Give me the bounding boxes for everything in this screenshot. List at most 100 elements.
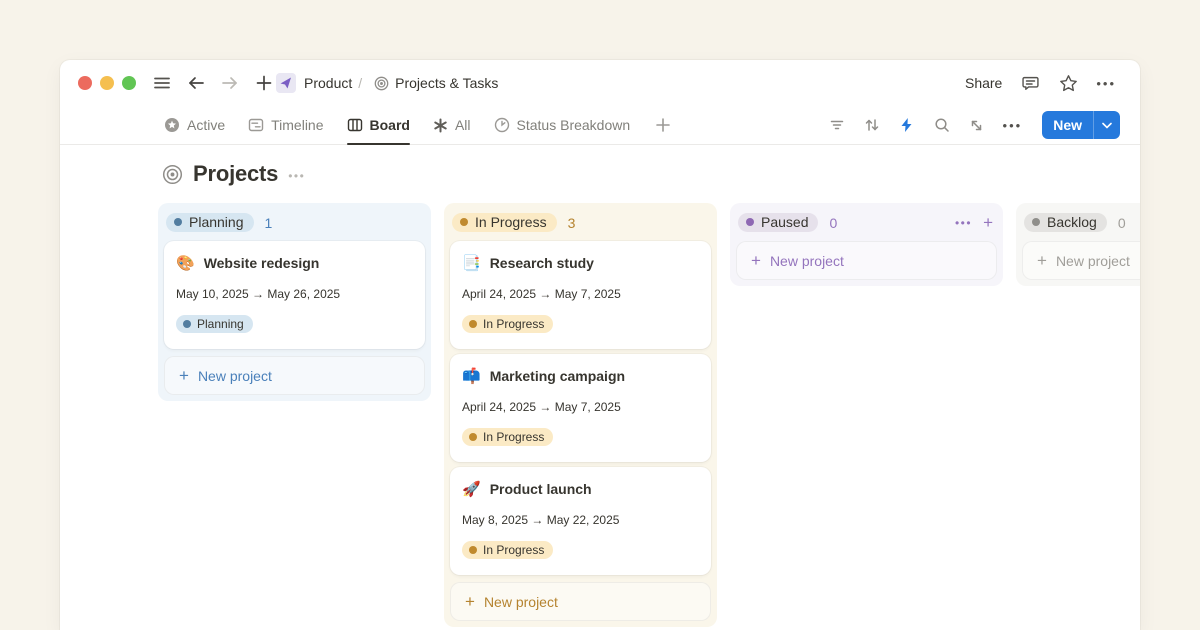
page-target-icon — [162, 164, 183, 185]
status-dot — [469, 546, 477, 554]
board-column-in-progress: In Progress 3 📑 Research study April 24,… — [444, 203, 717, 627]
column-header: Paused 0 ••• + — [738, 213, 993, 232]
automations-lightning-icon[interactable] — [898, 116, 916, 134]
page-title: Projects — [193, 161, 278, 187]
card-title: Product launch — [490, 479, 592, 500]
new-project-button[interactable]: + New project — [1022, 241, 1140, 280]
column-count: 0 — [1118, 215, 1126, 231]
plus-icon: + — [1037, 252, 1047, 269]
filter-icon[interactable] — [828, 116, 846, 134]
card-title: Website redesign — [204, 253, 320, 274]
status-pill-planning[interactable]: Planning — [166, 213, 254, 232]
window-controls — [78, 76, 136, 90]
new-button-label[interactable]: New — [1042, 111, 1093, 139]
column-header: Backlog 0 — [1024, 213, 1140, 232]
back-icon[interactable] — [186, 73, 206, 93]
bookmark-tabs-emoji-icon: 📑 — [462, 254, 481, 274]
timeline-view-icon — [248, 117, 264, 133]
board-column-backlog: Backlog 0 + New project — [1016, 203, 1140, 286]
card-status-badge: In Progress — [462, 541, 553, 559]
status-dot — [183, 320, 191, 328]
status-pill-backlog[interactable]: Backlog — [1024, 213, 1107, 232]
more-options-icon[interactable]: ••• — [1096, 77, 1116, 90]
breadcrumb-page-link[interactable]: Projects & Tasks — [374, 75, 498, 91]
rocket-emoji-icon: 🚀 — [462, 480, 481, 500]
share-button[interactable]: Share — [965, 75, 1002, 91]
sidebar-toggle-icon[interactable] — [152, 73, 172, 93]
status-dot — [469, 433, 477, 441]
comments-icon[interactable] — [1020, 73, 1040, 93]
status-pill-in-progress[interactable]: In Progress — [452, 213, 557, 232]
page-options-icon[interactable]: ••• — [288, 166, 305, 182]
column-header: Planning 1 — [166, 213, 421, 232]
card-date-range: April 24, 2025 → May 7, 2025 — [462, 399, 699, 415]
breadcrumb: Product / Projects & Tasks — [304, 75, 498, 91]
breadcrumb-separator: / — [358, 75, 362, 91]
project-card-website-redesign[interactable]: 🎨 Website redesign May 10, 2025 → May 26… — [164, 241, 425, 349]
tab-all[interactable]: All — [433, 106, 471, 144]
tab-board[interactable]: Board — [347, 106, 410, 144]
tab-active[interactable]: Active — [164, 106, 225, 144]
status-dot — [469, 320, 477, 328]
status-pill-paused[interactable]: Paused — [738, 213, 818, 232]
column-cards: 🎨 Website redesign May 10, 2025 → May 26… — [164, 241, 425, 349]
minimize-window-button[interactable] — [100, 76, 114, 90]
column-cards: 📑 Research study April 24, 2025 → May 7,… — [450, 241, 711, 575]
view-options-icon[interactable]: ••• — [1003, 119, 1023, 132]
app-window: Product / Projects & Tasks Share ••• — [60, 60, 1140, 630]
plus-icon: + — [465, 593, 475, 610]
status-dot — [1032, 218, 1040, 226]
plus-icon: + — [751, 252, 761, 269]
breadcrumb-page-title: Projects & Tasks — [395, 75, 498, 91]
card-status-badge: Planning — [176, 315, 253, 333]
target-icon — [374, 76, 389, 91]
mailbox-emoji-icon: 📫 — [462, 367, 481, 387]
expand-icon[interactable] — [968, 116, 986, 134]
board-view-icon — [347, 117, 363, 133]
column-options-icon[interactable]: ••• — [955, 217, 972, 229]
maximize-window-button[interactable] — [122, 76, 136, 90]
status-dot — [174, 218, 182, 226]
new-project-button[interactable]: + New project — [736, 241, 997, 280]
close-window-button[interactable] — [78, 76, 92, 90]
add-view-icon[interactable] — [655, 117, 671, 133]
new-project-button[interactable]: + New project — [450, 582, 711, 621]
column-count: 3 — [568, 215, 576, 231]
new-tab-icon[interactable] — [254, 73, 274, 93]
clock-icon — [494, 117, 510, 133]
view-tabs: Active Timeline Board All — [164, 106, 671, 144]
new-button-chevron-down-icon[interactable] — [1093, 111, 1120, 139]
project-card-product-launch[interactable]: 🚀 Product launch May 8, 2025 → May 22, 2… — [450, 467, 711, 575]
palette-emoji-icon: 🎨 — [176, 254, 195, 274]
status-dot — [460, 218, 468, 226]
sort-icon[interactable] — [863, 116, 881, 134]
card-date-range: April 24, 2025 → May 7, 2025 — [462, 286, 699, 302]
forward-icon[interactable] — [220, 73, 240, 93]
view-tools: ••• New — [828, 111, 1120, 139]
asterisk-icon — [433, 118, 448, 133]
card-date-range: May 8, 2025 → May 22, 2025 — [462, 512, 699, 528]
column-header: In Progress 3 — [452, 213, 707, 232]
card-title: Marketing campaign — [490, 366, 625, 387]
titlebar: Product / Projects & Tasks Share ••• — [60, 60, 1140, 106]
search-icon[interactable] — [933, 116, 951, 134]
workspace-logo-icon[interactable] — [276, 73, 296, 93]
tab-status-breakdown[interactable]: Status Breakdown — [494, 106, 631, 144]
column-count: 0 — [829, 215, 837, 231]
titlebar-actions: Share ••• — [965, 73, 1116, 93]
favorite-star-icon[interactable] — [1058, 73, 1078, 93]
plus-icon: + — [179, 367, 189, 384]
new-button: New — [1042, 111, 1120, 139]
status-dot — [746, 218, 754, 226]
star-circle-icon — [164, 117, 180, 133]
column-actions: ••• + — [955, 214, 993, 231]
breadcrumb-workspace[interactable]: Product — [304, 75, 352, 91]
column-add-icon[interactable]: + — [983, 214, 993, 231]
project-card-marketing-campaign[interactable]: 📫 Marketing campaign April 24, 2025 → Ma… — [450, 354, 711, 462]
column-count: 1 — [265, 215, 273, 231]
card-date-range: May 10, 2025 → May 26, 2025 — [176, 286, 413, 302]
tab-timeline[interactable]: Timeline — [248, 106, 323, 144]
project-card-research-study[interactable]: 📑 Research study April 24, 2025 → May 7,… — [450, 241, 711, 349]
new-project-button[interactable]: + New project — [164, 356, 425, 395]
card-status-badge: In Progress — [462, 315, 553, 333]
